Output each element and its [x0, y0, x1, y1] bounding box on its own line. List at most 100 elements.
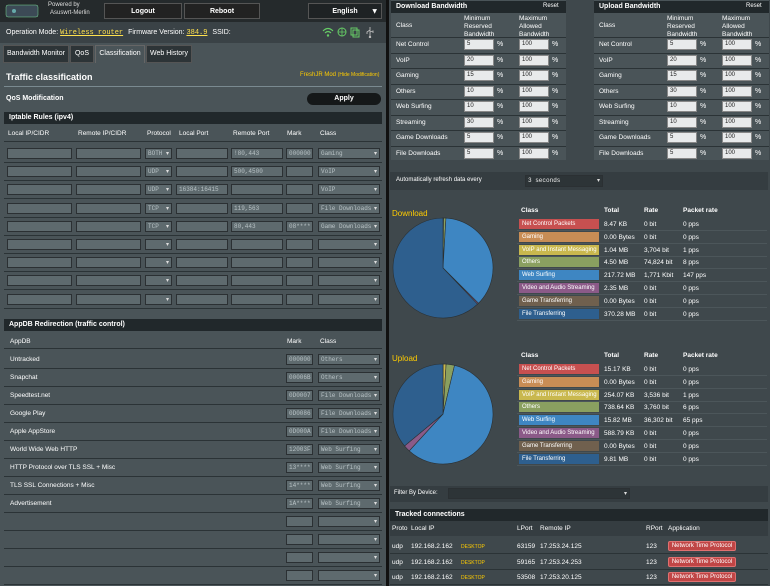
local-port-input[interactable] — [176, 166, 228, 178]
copy-icon[interactable] — [350, 26, 360, 38]
appdb-mark-input[interactable]: 0D000A — [286, 426, 313, 437]
mark-input[interactable]: 000000 — [286, 148, 313, 159]
protocol-select[interactable] — [145, 293, 172, 305]
local-port-input[interactable] — [176, 257, 228, 269]
remote-port-input[interactable] — [231, 184, 283, 196]
appdb-mark-input[interactable] — [286, 570, 313, 581]
appdb-class-select[interactable]: File Downloads — [318, 408, 380, 419]
local-port-input[interactable] — [176, 202, 228, 214]
local-ip-input[interactable] — [7, 220, 72, 232]
class-select[interactable]: File Downloads — [318, 202, 380, 214]
min-bandwidth-input[interactable]: 15 — [464, 70, 494, 81]
class-select[interactable]: Game Downloads — [318, 220, 380, 232]
wifi-icon[interactable] — [322, 26, 334, 38]
conn-application-badge[interactable]: Network Time Protocol — [668, 572, 736, 582]
conn-application-badge[interactable]: Network Time Protocol — [668, 556, 736, 567]
mark-input[interactable] — [286, 293, 313, 305]
appdb-mark-input[interactable] — [286, 552, 313, 563]
mark-input[interactable] — [286, 239, 313, 250]
remote-ip-input[interactable] — [76, 184, 141, 196]
max-bandwidth-input[interactable]: 100 — [722, 70, 752, 81]
local-port-input[interactable] — [176, 220, 228, 232]
appdb-class-select[interactable]: Web Surfing — [318, 498, 380, 509]
min-bandwidth-input[interactable]: 10 — [667, 116, 697, 128]
remote-ip-input[interactable] — [76, 166, 141, 178]
max-bandwidth-input[interactable]: 100 — [519, 147, 549, 159]
class-select[interactable] — [318, 275, 380, 287]
max-bandwidth-input[interactable]: 100 — [722, 85, 752, 97]
protocol-select[interactable]: TCP — [145, 202, 172, 214]
max-bandwidth-input[interactable]: 100 — [519, 116, 549, 128]
class-select[interactable] — [318, 257, 380, 269]
appdb-mark-input[interactable]: 00006B — [286, 372, 313, 383]
appdb-class-select[interactable]: Others — [318, 372, 380, 383]
remote-port-input[interactable] — [231, 275, 283, 287]
local-ip-input[interactable] — [7, 257, 72, 269]
tab-web-history[interactable]: Web History — [146, 45, 192, 63]
tab-bandwidth-monitor[interactable]: Bandwidth Monitor — [3, 45, 69, 63]
max-bandwidth-input[interactable]: 100 — [519, 54, 549, 66]
operation-mode-value[interactable]: Wireless router — [60, 29, 123, 37]
appdb-class-select[interactable]: Web Surfing — [318, 444, 380, 455]
min-bandwidth-input[interactable]: 30 — [667, 85, 697, 97]
min-bandwidth-input[interactable]: 5 — [667, 132, 697, 143]
max-bandwidth-input[interactable]: 100 — [722, 101, 752, 112]
remote-port-input[interactable]: 119,563 — [231, 202, 283, 214]
appdb-class-select[interactable]: Web Surfing — [318, 462, 380, 473]
local-ip-input[interactable] — [7, 202, 72, 214]
remote-ip-input[interactable] — [76, 220, 141, 232]
mark-input[interactable] — [286, 166, 313, 178]
appdb-class-select[interactable]: Web Surfing — [318, 480, 380, 491]
usb-icon[interactable] — [364, 26, 376, 39]
remote-port-input[interactable] — [231, 257, 283, 269]
logout-button[interactable]: Logout — [104, 3, 182, 19]
appdb-class-select[interactable] — [318, 534, 380, 545]
local-ip-input[interactable] — [7, 148, 72, 159]
mark-input[interactable] — [286, 202, 313, 214]
protocol-select[interactable]: TCP — [145, 220, 172, 232]
mark-input[interactable] — [286, 257, 313, 269]
appdb-mark-input[interactable]: 14**** — [286, 480, 313, 491]
remote-ip-input[interactable] — [76, 275, 141, 287]
reboot-button[interactable]: Reboot — [184, 3, 260, 19]
min-bandwidth-input[interactable]: 10 — [667, 101, 697, 112]
appdb-mark-input[interactable]: 12003F — [286, 444, 313, 455]
protocol-select[interactable] — [145, 239, 172, 250]
local-ip-input[interactable] — [7, 293, 72, 305]
max-bandwidth-input[interactable]: 100 — [519, 101, 549, 112]
protocol-select[interactable]: UDP — [145, 184, 172, 196]
appdb-mark-input[interactable]: 13**** — [286, 462, 313, 473]
local-ip-input[interactable] — [7, 239, 72, 250]
local-ip-input[interactable] — [7, 184, 72, 196]
max-bandwidth-input[interactable]: 100 — [519, 132, 549, 143]
remote-port-input[interactable]: 500,4500 — [231, 166, 283, 178]
appdb-mark-input[interactable]: 000000 — [286, 354, 313, 365]
min-bandwidth-input[interactable]: 20 — [464, 54, 494, 66]
min-bandwidth-input[interactable]: 30 — [464, 116, 494, 128]
filter-by-device-select[interactable] — [448, 488, 630, 499]
mark-input[interactable]: 08**** — [286, 220, 313, 232]
min-bandwidth-input[interactable]: 5 — [667, 147, 697, 159]
tab-classification[interactable]: Classification — [95, 45, 145, 63]
conn-application-badge[interactable]: Network Time Protocol — [668, 541, 736, 551]
class-select[interactable]: VoIP — [318, 184, 380, 196]
appdb-mark-input[interactable]: 0D0086 — [286, 408, 313, 419]
local-port-input[interactable] — [176, 275, 228, 287]
max-bandwidth-input[interactable]: 100 — [722, 116, 752, 128]
appdb-mark-input[interactable]: 1A**** — [286, 498, 313, 509]
remote-ip-input[interactable] — [76, 257, 141, 269]
class-select[interactable] — [318, 239, 380, 250]
max-bandwidth-input[interactable]: 100 — [519, 70, 549, 81]
local-port-input[interactable]: 16384:16415 — [176, 184, 228, 196]
appdb-class-select[interactable] — [318, 552, 380, 563]
max-bandwidth-input[interactable]: 100 — [722, 132, 752, 143]
min-bandwidth-input[interactable]: 5 — [464, 147, 494, 159]
firmware-version-value[interactable]: 384.9 — [186, 29, 207, 37]
refresh-interval-select[interactable]: 3 seconds — [525, 175, 603, 187]
appdb-mark-input[interactable] — [286, 534, 313, 545]
local-ip-input[interactable] — [7, 275, 72, 287]
appdb-mark-input[interactable] — [286, 516, 313, 527]
protocol-select[interactable] — [145, 257, 172, 269]
protocol-select[interactable] — [145, 275, 172, 287]
min-bandwidth-input[interactable]: 5 — [464, 132, 494, 143]
